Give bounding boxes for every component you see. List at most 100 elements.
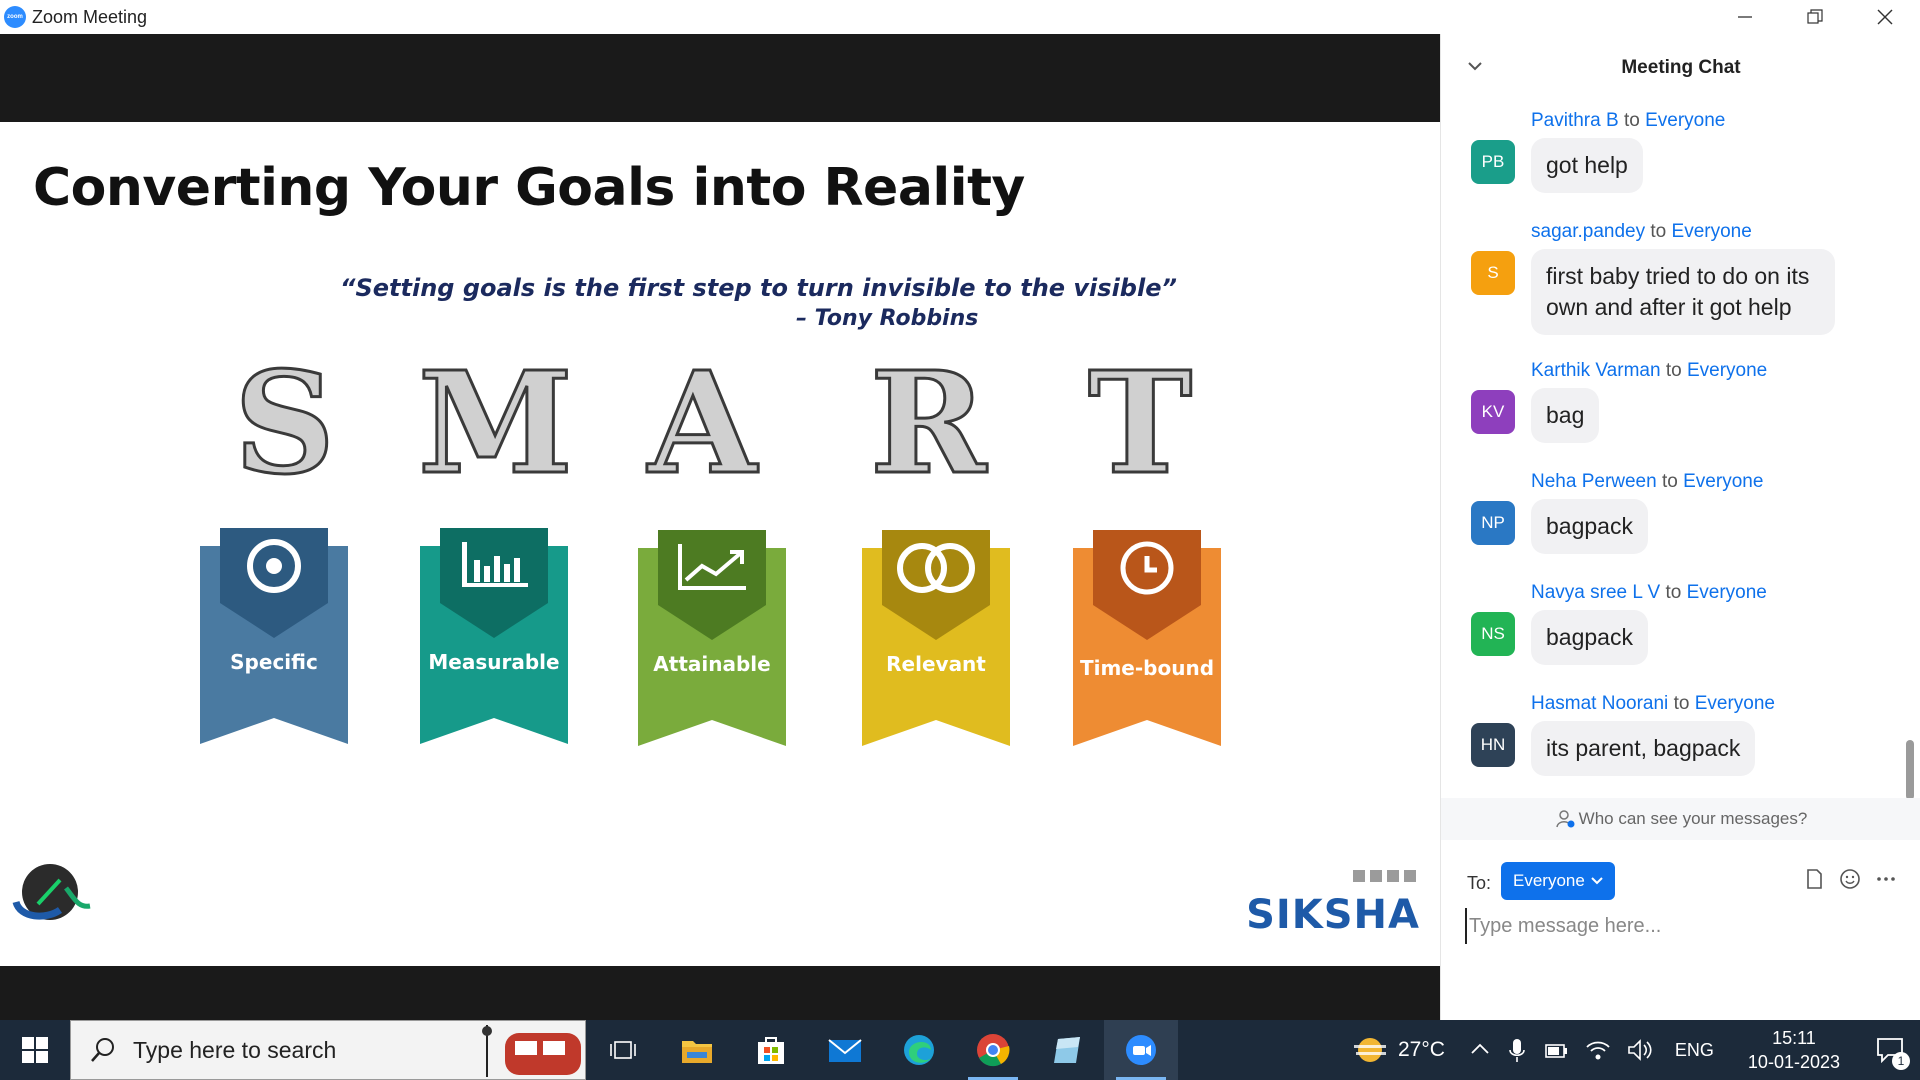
recipient-name: Everyone: [1683, 471, 1764, 492]
person-icon: [1555, 810, 1575, 828]
recipient-dropdown[interactable]: Everyone: [1501, 862, 1615, 900]
chevron-down-icon[interactable]: [1465, 56, 1485, 76]
message-input[interactable]: [1465, 908, 1885, 944]
file-icon[interactable]: [1803, 868, 1825, 890]
privacy-text: Who can see your messages?: [1578, 809, 1808, 828]
emoji-icon[interactable]: [1839, 868, 1861, 890]
zoom-icon: [1126, 1035, 1156, 1065]
to-word: to: [1650, 221, 1667, 242]
slide-quote-author: – Tony Robbins: [796, 306, 979, 331]
avatar: NS: [1471, 612, 1515, 656]
message-privacy-link[interactable]: Who can see your messages?: [1441, 798, 1920, 840]
banner-shape: [638, 530, 786, 746]
start-button[interactable]: [0, 1020, 70, 1080]
slide-quote: “Setting goals is the first step to turn…: [340, 274, 1177, 302]
microphone-icon[interactable]: [1507, 1037, 1527, 1063]
recipient-name: Everyone: [1686, 582, 1767, 603]
sender-name[interactable]: Karthik Varman: [1531, 360, 1661, 381]
siksha-logo: SIKSHA: [1246, 892, 1420, 938]
presentation-slide: Converting Your Goals into Reality “Sett…: [0, 122, 1440, 966]
smart-label-measurable: Measurable: [428, 650, 560, 674]
avatar: KV: [1471, 390, 1515, 434]
message-sender: Pavithra B to Everyone: [1531, 110, 1725, 132]
message-bubble: first baby tried to do on its own and af…: [1531, 249, 1835, 335]
notification-count-badge: 1: [1892, 1052, 1910, 1070]
smart-label-relevant: Relevant: [886, 652, 986, 676]
search-icon: [91, 1038, 114, 1062]
smart-banner-specific: Specific: [200, 528, 348, 744]
restore-button[interactable]: [1780, 0, 1850, 34]
sender-name[interactable]: Neha Perween: [1531, 471, 1657, 492]
close-button[interactable]: [1850, 0, 1920, 34]
chat-message: KV Karthik Varman to Everyone bag: [1471, 360, 1891, 470]
task-view-button[interactable]: [586, 1020, 660, 1080]
compose-actions: [1803, 868, 1897, 890]
mail-button[interactable]: [808, 1020, 882, 1080]
clock-date: 10-01-2023: [1747, 1052, 1840, 1072]
chat-compose: To: Everyone: [1441, 840, 1920, 1020]
meeting-chat-panel: Meeting Chat PB Pavithra B to Everyone g…: [1440, 34, 1920, 1020]
weather-temperature[interactable]: 27°C: [1398, 1038, 1445, 1062]
smart-banner-relevant: Relevant: [862, 530, 1010, 746]
smart-label-time-bound: Time-bound: [1079, 656, 1215, 680]
message-sender: Hasmat Noorani to Everyone: [1531, 693, 1775, 715]
recipient-value: Everyone: [1513, 871, 1585, 890]
chat-scrollbar[interactable]: [1906, 740, 1914, 800]
chat-message: NS Navya sree L V to Everyone bagpack: [1471, 582, 1891, 692]
task-view-icon: [610, 1041, 636, 1059]
notes-icon: [1054, 1037, 1080, 1063]
to-word: to: [1665, 360, 1682, 381]
sender-name[interactable]: sagar.pandey: [1531, 221, 1645, 242]
taskbar-clock[interactable]: 15:11 10-01-2023: [1748, 1026, 1840, 1074]
restore-icon: [1807, 9, 1823, 24]
folder-icon: [682, 1041, 712, 1063]
chevron-up-icon[interactable]: [1469, 1039, 1491, 1061]
microsoft-store-button[interactable]: [734, 1020, 808, 1080]
chrome-button[interactable]: [956, 1020, 1030, 1080]
window-controls: [1710, 0, 1920, 34]
to-word: to: [1623, 110, 1640, 131]
zoom-taskbar-button[interactable]: [1104, 1020, 1178, 1080]
weather-icon[interactable]: [1350, 1033, 1390, 1067]
to-word: to: [1661, 471, 1678, 492]
banner-shape: [420, 528, 568, 744]
window-title: Zoom Meeting: [32, 6, 148, 27]
taskbar-search-box[interactable]: Type here to search: [70, 1020, 586, 1080]
smart-letter-a: A: [647, 341, 759, 508]
message-bubble: bag: [1531, 388, 1600, 443]
edge-browser-button[interactable]: [882, 1020, 956, 1080]
to-word: to: [1665, 582, 1682, 603]
avatar: NP: [1471, 501, 1515, 545]
notification-center-button[interactable]: 1: [1860, 1020, 1920, 1080]
smart-label-attainable: Attainable: [653, 652, 771, 676]
input-language[interactable]: ENG: [1675, 1040, 1714, 1061]
siksha-logo-dots: [1353, 870, 1416, 882]
banner-shape: [200, 528, 348, 744]
avatar: HN: [1471, 723, 1515, 767]
volume-icon[interactable]: [1627, 1038, 1653, 1062]
smart-banner-measurable: Measurable: [420, 528, 568, 744]
to-label: To:: [1467, 873, 1492, 893]
chat-message: PB Pavithra B to Everyone got help: [1471, 110, 1891, 220]
presenter-logo-icon: [12, 864, 91, 920]
recipient-name: Everyone: [1671, 221, 1752, 242]
smart-letter-t: T: [1086, 341, 1193, 508]
sender-name[interactable]: Navya sree L V: [1531, 582, 1660, 603]
minimize-button[interactable]: [1710, 0, 1780, 34]
chrome-icon: [977, 1034, 1010, 1067]
chat-message: S sagar.pandey to Everyone first baby tr…: [1471, 221, 1891, 351]
chat-message: HN Hasmat Noorani to Everyone its parent…: [1471, 693, 1891, 793]
battery-icon[interactable]: [1543, 1039, 1569, 1061]
avatar: S: [1471, 251, 1515, 295]
file-explorer-button[interactable]: [660, 1020, 734, 1080]
sender-name[interactable]: Pavithra B: [1531, 110, 1619, 131]
store-icon: [758, 1037, 784, 1064]
mail-icon: [828, 1039, 862, 1062]
recipient-name: Everyone: [1686, 360, 1768, 381]
message-sender: Neha Perween to Everyone: [1531, 471, 1763, 493]
sender-name[interactable]: Hasmat Noorani: [1531, 693, 1668, 714]
message-sender: Navya sree L V to Everyone: [1531, 582, 1767, 604]
more-icon[interactable]: [1875, 868, 1897, 890]
notes-app-button[interactable]: [1030, 1020, 1104, 1080]
wifi-icon[interactable]: [1585, 1038, 1611, 1062]
